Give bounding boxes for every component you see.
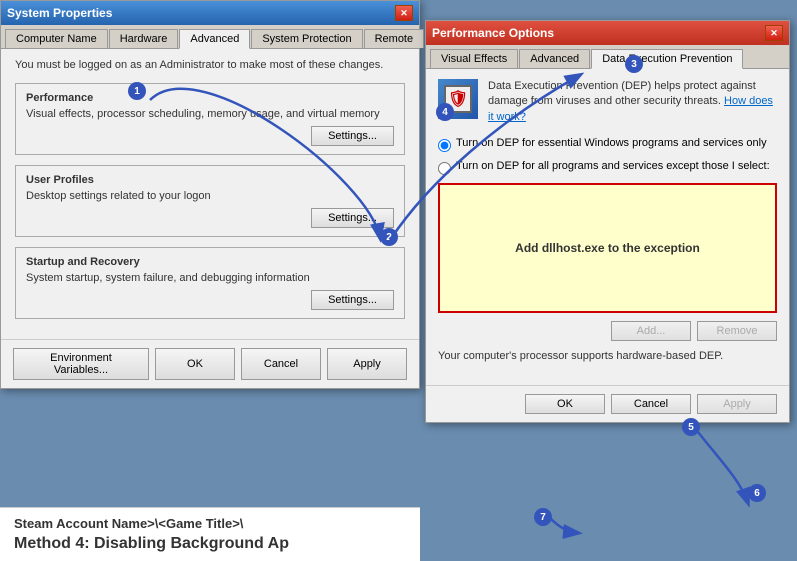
perf-ok-button[interactable]: OK	[525, 394, 605, 414]
dep-description: Data Execution Prevention (DEP) helps pr…	[488, 79, 777, 125]
dep-remove-button[interactable]: Remove	[697, 321, 777, 341]
annotation-7: 7	[534, 508, 552, 526]
perf-cancel-button[interactable]: Cancel	[611, 394, 691, 414]
perf-opts-title: Performance Options	[432, 26, 554, 40]
performance-settings-button[interactable]: Settings...	[311, 126, 394, 146]
tab-hardware[interactable]: Hardware	[109, 29, 179, 48]
close-button[interactable]: ✕	[395, 5, 413, 21]
user-profiles-desc: Desktop settings related to your logon	[26, 190, 394, 202]
performance-section: Performance Visual effects, processor sc…	[15, 83, 405, 155]
tab-computer-name[interactable]: Computer Name	[5, 29, 108, 48]
dep-exception-label: Add dllhost.exe to the exception	[515, 241, 700, 255]
system-props-ok-button[interactable]: OK	[155, 348, 235, 380]
add-remove-row: Add... Remove	[438, 321, 777, 341]
dep-radio-all-input[interactable]	[438, 162, 451, 175]
startup-recovery-title: Startup and Recovery	[26, 256, 394, 268]
tutorial-path: Steam Account Name>\<Game Title>\	[14, 516, 406, 531]
perf-opts-bottom-bar: OK Cancel Apply	[426, 385, 789, 422]
environment-variables-button[interactable]: Environment Variables...	[13, 348, 149, 380]
processor-support-text: Your computer's processor supports hardw…	[438, 349, 777, 364]
annotation-3: 3	[625, 55, 643, 73]
system-properties-window: System Properties ✕ Computer Name Hardwa…	[0, 0, 420, 389]
system-props-cancel-button[interactable]: Cancel	[241, 348, 321, 380]
performance-title: Performance	[26, 92, 394, 104]
dep-desc-text: Data Execution Prevention (DEP) helps pr…	[488, 80, 756, 107]
tab-advanced-perf[interactable]: Advanced	[519, 49, 590, 68]
system-props-bottom-bar: Environment Variables... OK Cancel Apply	[1, 339, 419, 388]
system-props-tabbar: Computer Name Hardware Advanced System P…	[1, 25, 419, 49]
tab-visual-effects[interactable]: Visual Effects	[430, 49, 518, 68]
dep-radio-essential-label: Turn on DEP for essential Windows progra…	[456, 137, 767, 149]
user-profiles-title: User Profiles	[26, 174, 394, 186]
dep-radio-essential-input[interactable]	[438, 139, 451, 152]
perf-close-button[interactable]: ✕	[765, 25, 783, 41]
tab-remote[interactable]: Remote	[364, 29, 425, 48]
perf-opts-titlebar: Performance Options ✕	[426, 21, 789, 45]
annotation-2: 2	[380, 228, 398, 246]
dep-radio-all: Turn on DEP for all programs and service…	[438, 160, 777, 175]
dep-add-button[interactable]: Add...	[611, 321, 691, 341]
annotation-5: 5	[682, 418, 700, 436]
annotation-6: 6	[748, 484, 766, 502]
tab-dep[interactable]: Data Execution Prevention	[591, 49, 743, 69]
titlebar-buttons: ✕	[395, 5, 413, 21]
performance-desc: Visual effects, processor scheduling, me…	[26, 108, 394, 120]
perf-opts-tabbar: Visual Effects Advanced Data Execution P…	[426, 45, 789, 69]
tab-system-protection[interactable]: System Protection	[251, 29, 362, 48]
dep-radio-essential: Turn on DEP for essential Windows progra…	[438, 137, 777, 152]
system-props-content: You must be logged on as an Administrato…	[1, 49, 419, 339]
tutorial-bottom-bar: Steam Account Name>\<Game Title>\ Method…	[0, 507, 420, 561]
perf-opts-content: 🛡 Data Execution Prevention (DEP) helps …	[426, 69, 789, 385]
perf-apply-button[interactable]: Apply	[697, 394, 777, 414]
user-profiles-settings-button[interactable]: Settings...	[311, 208, 394, 228]
tutorial-method: Method 4: Disabling Background Ap	[14, 535, 406, 553]
perf-titlebar-buttons: ✕	[765, 25, 783, 41]
system-props-titlebar: System Properties ✕	[1, 1, 419, 25]
annotation-1: 1	[128, 82, 146, 100]
startup-recovery-desc: System startup, system failure, and debu…	[26, 272, 394, 284]
tab-advanced[interactable]: Advanced	[179, 29, 250, 49]
dep-exception-list: Add dllhost.exe to the exception	[438, 183, 777, 313]
system-props-title: System Properties	[7, 6, 112, 20]
startup-recovery-section: Startup and Recovery System startup, sys…	[15, 247, 405, 319]
performance-options-window: Performance Options ✕ Visual Effects Adv…	[425, 20, 790, 423]
annotation-4: 4	[436, 103, 454, 121]
dep-radio-all-label: Turn on DEP for all programs and service…	[456, 160, 770, 172]
admin-info-text: You must be logged on as an Administrato…	[15, 59, 405, 71]
dep-header: 🛡 Data Execution Prevention (DEP) helps …	[438, 79, 777, 125]
system-props-apply-button[interactable]: Apply	[327, 348, 407, 380]
startup-settings-button[interactable]: Settings...	[311, 290, 394, 310]
user-profiles-section: User Profiles Desktop settings related t…	[15, 165, 405, 237]
